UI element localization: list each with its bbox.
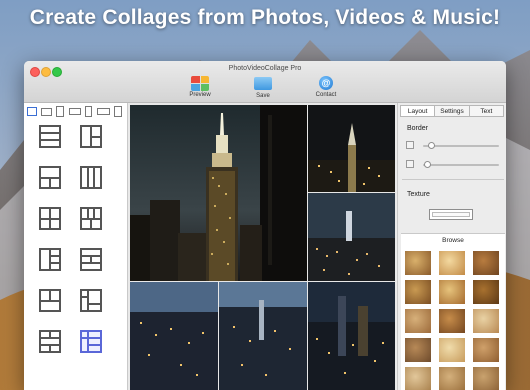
preview-icon <box>191 76 209 91</box>
preview-button[interactable]: Preview <box>180 76 220 98</box>
ratio-story-button[interactable] <box>114 106 122 117</box>
layout-option[interactable] <box>80 166 102 189</box>
tab-layout[interactable]: Layout <box>400 105 436 117</box>
tab-text[interactable]: Text <box>468 105 504 117</box>
texture-thumbnail[interactable] <box>473 367 499 390</box>
contact-icon: @ <box>317 76 335 91</box>
border-width-row <box>406 141 502 151</box>
midtown-photo <box>219 282 307 390</box>
contact-label: Contact <box>315 92 337 98</box>
save-icon <box>254 77 272 92</box>
corner-radius-row <box>406 160 502 170</box>
night-towers-photo <box>308 282 395 390</box>
ratio-tall-button[interactable] <box>85 106 92 117</box>
layout-panel <box>24 103 128 390</box>
chrysler-photo <box>308 105 395 192</box>
texture-thumbnail[interactable] <box>405 251 431 275</box>
ratio-panorama-button[interactable] <box>97 108 110 115</box>
border-section-label: Border <box>407 125 429 132</box>
collage-canvas[interactable] <box>128 103 396 390</box>
texture-thumbnail[interactable] <box>439 251 465 275</box>
layout-option[interactable] <box>80 248 102 271</box>
texture-thumbnail[interactable] <box>439 280 465 304</box>
layout-option[interactable] <box>39 166 61 189</box>
ratio-portrait-button[interactable] <box>56 106 64 117</box>
border-width-icon <box>406 141 414 149</box>
window-title: PhotoVideoCollage Pro <box>228 65 302 72</box>
empire-state-photo <box>130 105 307 281</box>
layout-option[interactable] <box>80 330 102 353</box>
inspector-panel: Layout Settings Text Border Texture Brow… <box>397 103 506 390</box>
layout-option[interactable] <box>39 289 61 312</box>
corner-radius-track[interactable] <box>423 164 499 166</box>
texture-thumbnail[interactable] <box>473 280 499 304</box>
texture-browser: Browse <box>401 233 505 390</box>
layout-option[interactable] <box>80 125 102 148</box>
photo-cell-3[interactable] <box>308 193 395 281</box>
layout-option[interactable] <box>80 207 102 230</box>
texture-thumbnail[interactable] <box>405 367 431 390</box>
photo-cell-4[interactable] <box>130 282 218 390</box>
texture-thumbnail[interactable] <box>473 309 499 333</box>
corner-radius-slider[interactable] <box>423 161 431 168</box>
texture-thumbnail[interactable] <box>439 338 465 362</box>
aerial-city-photo <box>130 282 218 390</box>
aspect-ratio-row <box>27 106 124 117</box>
app-window: PhotoVideoCollage Pro Preview Save @ Con… <box>24 61 506 390</box>
ratio-square-button[interactable] <box>27 107 37 116</box>
photo-cell-2[interactable] <box>308 105 395 192</box>
divider <box>402 179 504 180</box>
texture-thumbnail[interactable] <box>405 280 431 304</box>
contact-button[interactable]: @ Contact <box>306 76 346 98</box>
layout-option[interactable] <box>39 207 61 230</box>
ratio-wide-button[interactable] <box>69 108 81 115</box>
layout-option[interactable] <box>39 125 61 148</box>
border-width-slider[interactable] <box>427 142 435 149</box>
texture-thumbnail[interactable] <box>473 251 499 275</box>
tab-settings[interactable]: Settings <box>434 105 470 117</box>
texture-thumbnail[interactable] <box>439 367 465 390</box>
texture-section-label: Texture <box>407 191 430 198</box>
title-bar: PhotoVideoCollage Pro Preview Save @ Con… <box>24 61 506 103</box>
layout-option[interactable] <box>39 248 61 271</box>
texture-thumbnail[interactable] <box>405 338 431 362</box>
texture-thumbnail[interactable] <box>405 309 431 333</box>
photo-cell-1[interactable] <box>130 105 307 281</box>
ratio-landscape-button[interactable] <box>41 108 52 116</box>
photo-cell-6[interactable] <box>308 282 395 390</box>
texture-thumbnail[interactable] <box>473 338 499 362</box>
save-button[interactable]: Save <box>243 76 283 99</box>
photo-cell-5[interactable] <box>219 282 307 390</box>
inspector-tabs: Layout Settings Text <box>400 105 504 117</box>
skyline-photo <box>308 193 395 281</box>
preview-label: Preview <box>189 92 211 98</box>
save-label: Save <box>256 93 270 99</box>
layout-option[interactable] <box>80 289 102 312</box>
promo-headline: Create Collages from Photos, Videos & Mu… <box>29 6 501 29</box>
texture-thumbnail[interactable] <box>439 309 465 333</box>
layout-option[interactable] <box>39 330 61 353</box>
browse-label: Browse <box>442 237 464 244</box>
corner-radius-icon <box>406 160 414 168</box>
texture-swatch-button[interactable] <box>429 209 473 220</box>
